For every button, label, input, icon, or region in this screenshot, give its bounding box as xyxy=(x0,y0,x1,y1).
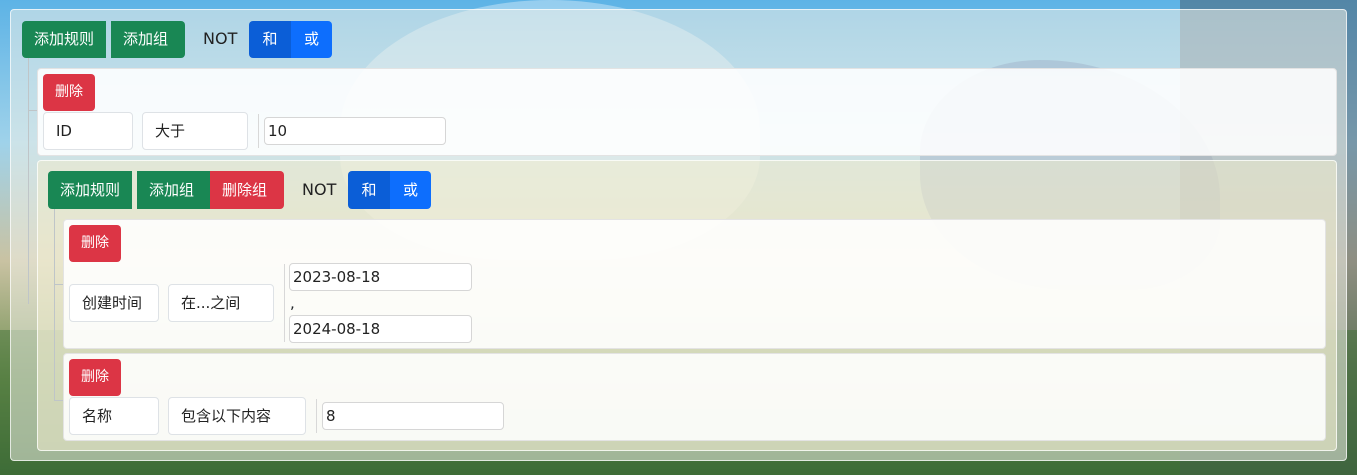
value-input[interactable]: 8 xyxy=(322,402,504,430)
divider xyxy=(316,399,317,433)
not-toggle[interactable]: NOT xyxy=(203,20,237,58)
range-separator: , xyxy=(290,294,295,312)
divider xyxy=(284,264,285,342)
group-and-toggle[interactable]: 和 xyxy=(348,171,390,209)
operator-select[interactable]: 包含以下内容 xyxy=(168,397,306,435)
field-select[interactable]: ID xyxy=(43,112,133,150)
date-to-input[interactable]: 2024-08-18 xyxy=(289,315,472,343)
group-not-toggle[interactable]: NOT xyxy=(302,171,336,209)
delete-rule-button[interactable]: 删除 xyxy=(69,359,121,396)
delete-group-button[interactable]: 删除组 xyxy=(210,171,284,209)
group-or-toggle[interactable]: 或 xyxy=(390,171,431,209)
add-rule-button[interactable]: 添加规则 xyxy=(22,21,107,58)
group-add-rule-button[interactable]: 添加规则 xyxy=(48,171,133,209)
field-select[interactable]: 名称 xyxy=(69,397,159,435)
operator-select[interactable]: 在...之间 xyxy=(168,284,274,322)
delete-rule-button[interactable]: 删除 xyxy=(43,74,95,111)
delete-rule-button[interactable]: 删除 xyxy=(69,225,121,262)
and-toggle[interactable]: 和 xyxy=(249,21,291,58)
value-input[interactable]: 10 xyxy=(264,117,446,145)
field-select[interactable]: 创建时间 xyxy=(69,284,159,322)
divider xyxy=(258,114,259,148)
or-toggle[interactable]: 或 xyxy=(291,21,332,58)
add-group-button[interactable]: 添加组 xyxy=(111,21,185,58)
operator-select[interactable]: 大于 xyxy=(142,112,248,150)
group-add-group-button[interactable]: 添加组 xyxy=(137,171,211,209)
date-from-input[interactable]: 2023-08-18 xyxy=(289,263,472,291)
